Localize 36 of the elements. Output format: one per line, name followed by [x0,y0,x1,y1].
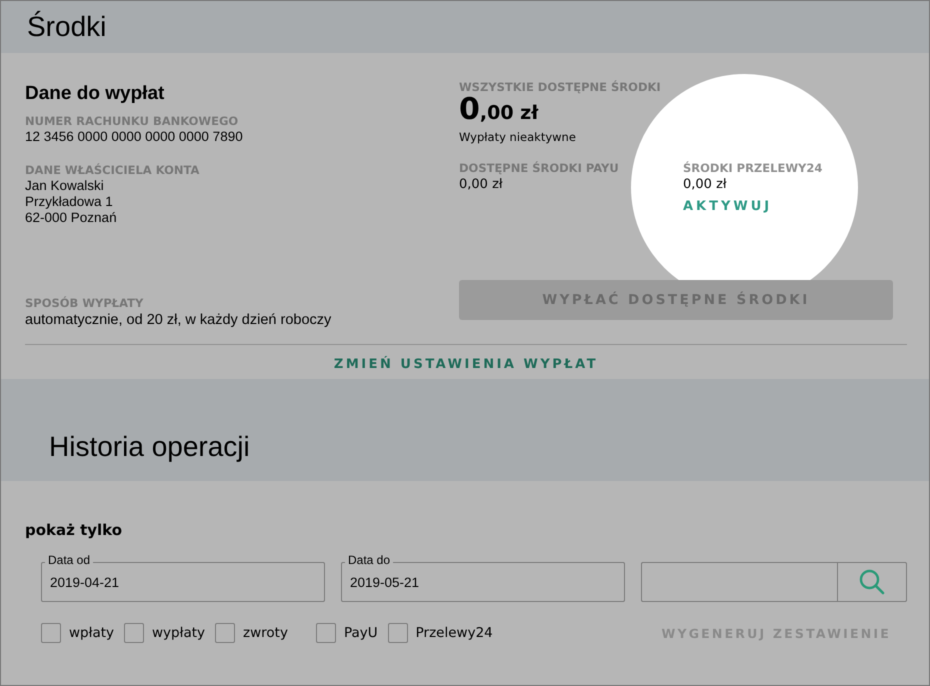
checkbox-label: PayU [344,625,378,641]
search-button[interactable] [837,562,907,602]
source-label: DOSTĘPNE ŚRODKI PAYU [459,160,620,176]
payout-status: Wypłaty nieaktywne [459,130,577,144]
field-value: Przykładowa 1 [25,194,114,210]
checkbox-label: zwroty [243,625,288,641]
field-value: Jan Kowalski [25,178,105,194]
checkbox[interactable] [124,623,144,643]
source-label: ŚRODKI PRZELEWY24 [683,160,824,176]
field-value: 12 3456 0000 0000 0000 0000 7890 [25,129,244,145]
field-label: Data od [45,553,94,567]
source-amount: 0,00 zł [459,176,504,194]
settings-link[interactable]: ZMIEŃ USTAWIENIA WYPŁAT [334,357,598,372]
page-title: Środki [27,11,106,43]
field-label: DANE WŁAŚCICIELA KONTA [25,162,200,178]
field-label: SPOSÓB WYPŁATY [25,295,144,311]
checkbox[interactable] [388,623,408,643]
funds-amount: 0,00 zł [459,95,538,128]
checkbox[interactable] [215,623,236,643]
section-title: Dane do wypłat [25,83,166,105]
checkbox-label: wypłaty [152,625,206,641]
filter-title: pokaż tylko [25,521,124,539]
field-label: Data do [345,553,394,567]
checkbox-label: Przelewy24 [416,625,493,641]
search-field[interactable] [641,562,838,602]
checkbox[interactable] [41,623,61,643]
search-icon [858,568,886,596]
field-value: 62-000 Poznań [25,210,118,226]
source-amount: 0,00 zł [683,176,728,194]
checkbox[interactable] [316,623,336,643]
checkbox-label: wpłaty [69,625,114,641]
field-label: NUMER RACHUNKU BANKOWEGO [25,113,240,129]
section-title: Historia operacji [49,431,250,463]
field-value: automatycznie, od 20 zł, w każdy dzień roboczy [25,311,332,329]
activate-link[interactable]: AKTYWUJ [683,199,772,214]
funds-label: WSZYSTKIE DOSTĘPNE ŚRODKI [459,79,662,95]
